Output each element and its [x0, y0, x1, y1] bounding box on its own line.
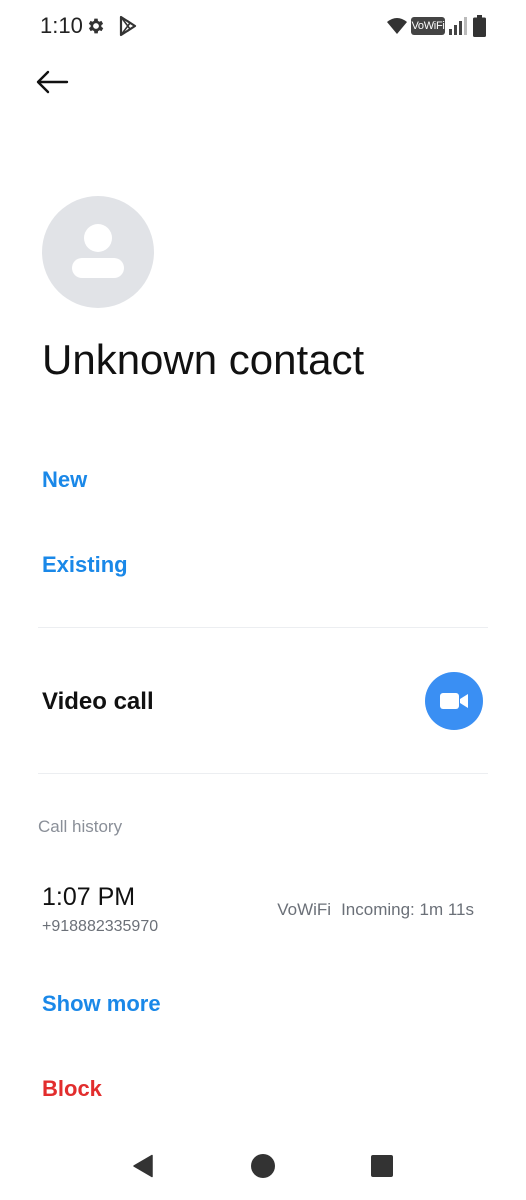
existing-contact-button[interactable]: Existing — [42, 550, 128, 580]
battery-icon — [473, 15, 486, 37]
call-network-label: VoWiFi — [277, 900, 332, 919]
video-call-button[interactable] — [425, 672, 483, 730]
home-circle-icon — [251, 1154, 275, 1178]
call-history-header: Call history — [38, 817, 123, 836]
avatar — [42, 196, 154, 308]
call-detail-label: Incoming: 1m 11s — [341, 900, 474, 919]
settings-icon — [88, 18, 104, 34]
person-placeholder-icon — [72, 224, 124, 278]
contact-name: Unknown contact — [42, 336, 365, 383]
play-store-icon — [119, 15, 137, 37]
call-history-number: +918882335970 — [42, 918, 159, 935]
call-history-time: 1:07 PM — [42, 883, 136, 911]
new-contact-button[interactable]: New — [42, 465, 87, 495]
divider — [38, 773, 488, 774]
show-more-button[interactable]: Show more — [42, 989, 161, 1019]
vowifi-badge: VoWiFi — [411, 17, 445, 35]
back-triangle-icon — [133, 1154, 153, 1178]
wifi-icon — [387, 18, 407, 34]
video-camera-icon — [440, 693, 468, 709]
video-call-label: Video call — [42, 688, 154, 715]
status-time: 1:10 — [40, 13, 83, 38]
nav-recents-button[interactable] — [362, 1146, 402, 1186]
signal-icon — [449, 17, 467, 35]
nav-home-button[interactable] — [243, 1146, 283, 1186]
block-button[interactable]: Block — [42, 1074, 102, 1104]
nav-back-button[interactable] — [123, 1146, 163, 1186]
divider — [38, 627, 488, 628]
recents-square-icon — [371, 1155, 393, 1177]
back-button[interactable] — [26, 58, 78, 106]
call-history-meta: VoWiFi Incoming: 1m 11s — [277, 898, 474, 922]
arrow-left-icon — [36, 70, 69, 94]
